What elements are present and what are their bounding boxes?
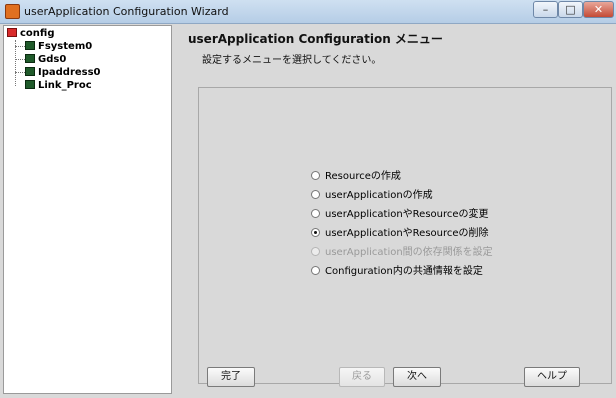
radio-button[interactable] (311, 266, 320, 275)
option-create-userapplication[interactable]: userApplicationの作成 (311, 189, 433, 203)
radio-button-selected[interactable] (311, 228, 320, 237)
radio-button[interactable] (311, 190, 320, 199)
option-modify[interactable]: userApplicationやResourceの変更 (311, 208, 489, 222)
help-button[interactable]: ヘルプ (524, 367, 580, 387)
finish-button[interactable]: 完了 (207, 367, 255, 387)
resource-icon (25, 54, 35, 63)
option-create-resource[interactable]: Resourceの作成 (311, 170, 401, 184)
options-group: Resourceの作成 userApplicationの作成 userAppli… (198, 87, 612, 384)
tree-node-label: config (20, 28, 55, 39)
next-button[interactable]: 次へ (393, 367, 441, 387)
radio-button[interactable] (311, 209, 320, 218)
tree-node-ipaddress0[interactable]: Ipaddress0 (25, 66, 101, 79)
option-common-info[interactable]: Configuration内の共通情報を設定 (311, 265, 483, 279)
tree-connector (15, 72, 25, 73)
maximize-button[interactable]: □ (558, 1, 583, 18)
option-label: userApplicationの作成 (325, 190, 433, 201)
resource-icon (25, 67, 35, 76)
title-bar: userApplication Configuration Wizard – □… (0, 0, 616, 24)
option-label: Resourceの作成 (325, 171, 401, 182)
resource-icon (25, 80, 35, 89)
tree-node-gds0[interactable]: Gds0 (25, 53, 66, 66)
minimize-button[interactable]: – (533, 1, 558, 18)
option-label: userApplicationやResourceの変更 (325, 209, 489, 220)
tree-node-label: Fsystem0 (38, 41, 93, 52)
close-button[interactable]: ✕ (583, 1, 614, 18)
back-button: 戻る (339, 367, 385, 387)
window-title: userApplication Configuration Wizard (24, 5, 229, 18)
radio-button-disabled (311, 247, 320, 256)
config-icon (7, 28, 17, 37)
tree-node-label: Link_Proc (38, 80, 92, 91)
tree-node-label: Gds0 (38, 54, 67, 65)
option-label: userApplicationやResourceの削除 (325, 228, 489, 239)
radio-button[interactable] (311, 171, 320, 180)
config-tree: config Fsystem0 Gds0 Ipaddress0 Link_Pro… (3, 25, 172, 394)
resource-icon (25, 41, 35, 50)
app-icon (5, 4, 20, 19)
tree-connector (15, 59, 25, 60)
option-label: Configuration内の共通情報を設定 (325, 266, 483, 277)
option-label: userApplication間の依存関係を設定 (325, 247, 493, 258)
instruction-text: 設定するメニューを選択してください。 (202, 55, 382, 66)
tree-node-label: Ipaddress0 (38, 67, 101, 78)
main-panel: userApplication Configuration メニュー 設定するメ… (174, 24, 616, 398)
tree-node-config[interactable]: config (7, 27, 55, 40)
option-set-dependency: userApplication間の依存関係を設定 (311, 246, 493, 260)
page-title: userApplication Configuration メニュー (188, 32, 443, 46)
tree-connector (15, 46, 25, 47)
tree-node-fsystem0[interactable]: Fsystem0 (25, 40, 92, 53)
tree-node-link-proc[interactable]: Link_Proc (25, 79, 92, 92)
option-delete[interactable]: userApplicationやResourceの削除 (311, 227, 489, 241)
